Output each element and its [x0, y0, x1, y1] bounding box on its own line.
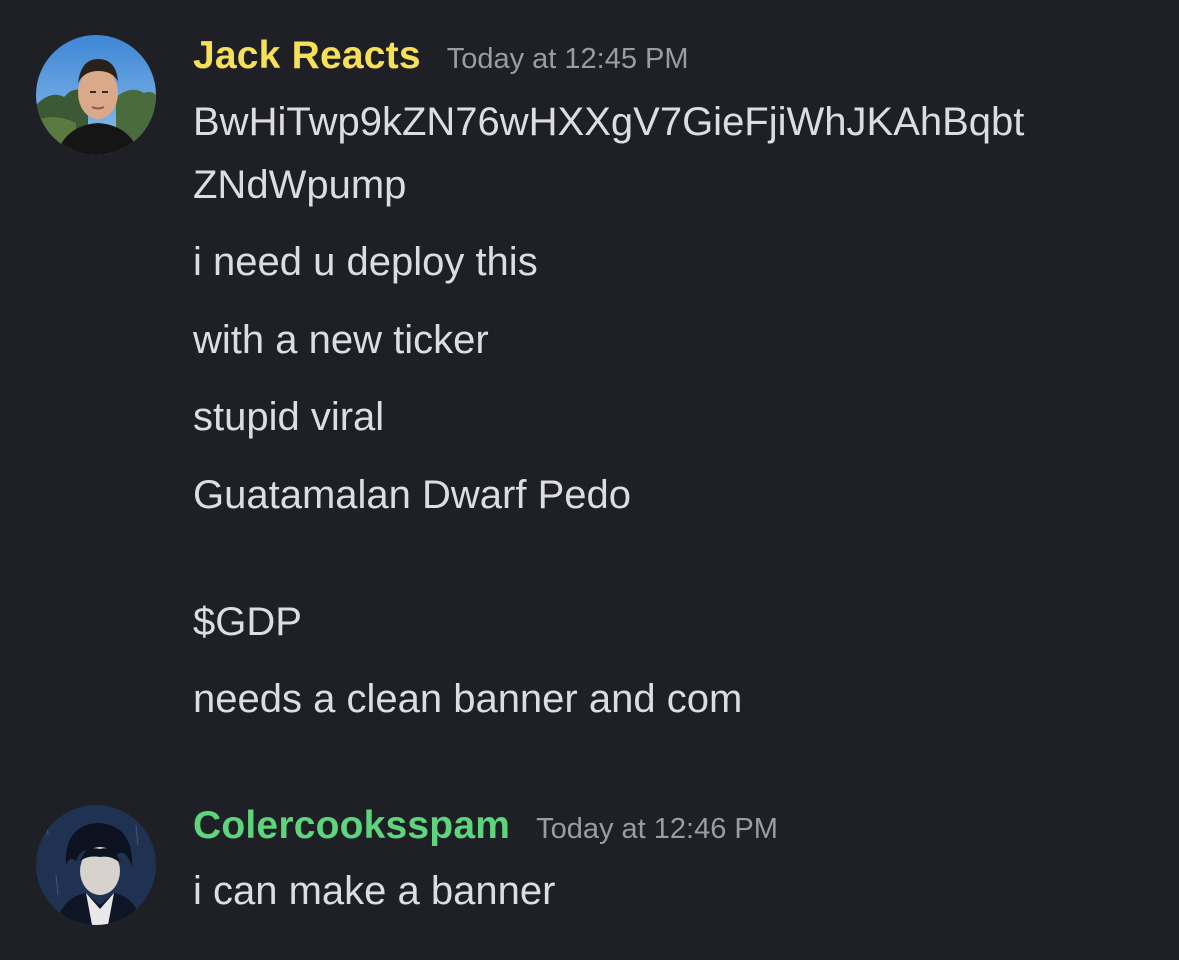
username[interactable]: Jack Reacts	[193, 34, 421, 78]
message-text: with a new ticker	[193, 318, 489, 362]
message-text: needs a clean banner and com	[193, 677, 743, 721]
message-text: ZNdWpump	[193, 163, 407, 207]
username[interactable]: Colercooksspam	[193, 804, 510, 848]
message-text: i need u deploy this	[193, 240, 538, 284]
timestamp: Today at 12:45 PM	[446, 43, 689, 75]
chat-message-list: Jack Reacts Today at 12:45 PM BwHiTwp9kZ…	[0, 0, 1179, 960]
message-text: $GDP	[193, 600, 302, 644]
message-text: BwHiTwp9kZN76wHXXgV7GieFjiWhJKAhBqbt	[193, 100, 1025, 144]
message-header: Jack Reacts Today at 12:45 PM	[193, 34, 689, 78]
message-text: i can make a banner	[193, 869, 556, 913]
message-header: Colercooksspam Today at 12:46 PM	[193, 804, 778, 848]
message-text: stupid viral	[193, 395, 385, 439]
timestamp: Today at 12:46 PM	[536, 813, 778, 845]
avatar[interactable]	[36, 805, 156, 925]
message-text: Guatamalan Dwarf Pedo	[193, 473, 632, 517]
avatar[interactable]	[36, 35, 156, 155]
